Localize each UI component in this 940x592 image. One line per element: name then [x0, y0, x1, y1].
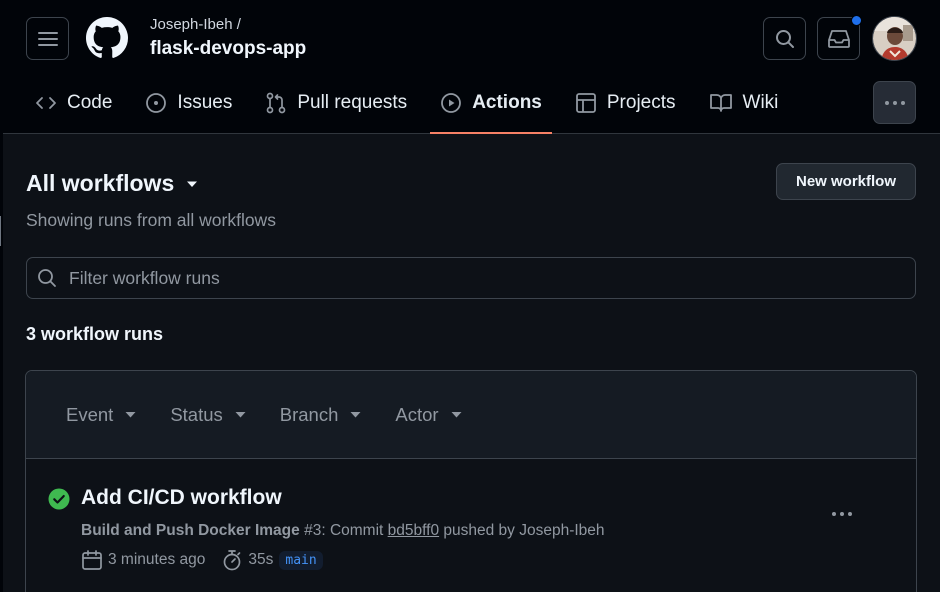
run-actions-button[interactable]	[826, 499, 858, 529]
tab-code[interactable]: Code	[25, 80, 122, 126]
run-meta: Build and Push Docker Image #3: Commit b…	[81, 522, 605, 540]
chevron-down-icon	[187, 181, 198, 187]
tab-label: Pull requests	[297, 92, 408, 113]
calendar-icon	[82, 550, 102, 570]
run-title-link[interactable]: Add CI/CD workflow	[81, 486, 282, 510]
kebab-horizontal-icon	[832, 512, 852, 516]
chevron-down-icon	[451, 412, 462, 418]
run-time-ago: 3 minutes ago	[108, 551, 206, 568]
run-duration: 35s	[248, 551, 274, 568]
run-timing: 3 minutes ago 35s main	[81, 549, 323, 571]
workflow-selector[interactable]: All workflows	[26, 170, 198, 197]
inbox-icon	[827, 29, 850, 48]
tab-projects[interactable]: Projects	[565, 80, 686, 126]
filter-label: Branch	[279, 403, 339, 425]
github-page: Joseph-Ibeh / flask-devops-app Code Issu…	[3, 0, 940, 592]
filter-runs-input[interactable]	[69, 267, 869, 289]
run-number: #3	[304, 522, 322, 539]
table-icon	[575, 93, 596, 113]
stopwatch-icon	[224, 550, 241, 571]
workflow-name: Build and Push Docker Image	[81, 522, 300, 539]
code-icon	[36, 97, 56, 109]
new-workflow-button[interactable]: New workflow	[776, 163, 916, 200]
filter-label: Event	[66, 403, 114, 425]
user-avatar-icon	[873, 17, 916, 60]
tab-label: Actions	[472, 92, 542, 113]
repo-nav-tabs: Code Issues Pull requests Actions Projec…	[25, 80, 801, 134]
filter-label: Actor	[395, 403, 439, 425]
avatar[interactable]	[872, 16, 917, 61]
tab-pull-requests[interactable]: Pull requests	[255, 80, 417, 126]
git-pull-request-icon	[266, 92, 286, 114]
actor-filter-dropdown[interactable]: Actor	[395, 403, 462, 426]
event-filter-dropdown[interactable]: Event	[66, 404, 136, 426]
tab-label: Projects	[606, 92, 676, 113]
branch-filter-dropdown[interactable]: Branch	[280, 404, 362, 426]
repo-owner-link[interactable]: Joseph-Ibeh /	[150, 16, 241, 33]
check-circle-fill-icon	[48, 488, 70, 510]
branch-badge[interactable]: main	[279, 550, 323, 570]
play-icon	[441, 93, 462, 113]
chevron-down-icon	[235, 412, 246, 418]
workflow-runs-list: Event Status Branch Actor Add CI/CD work…	[25, 370, 917, 592]
commit-prefix: : Commit	[321, 522, 388, 539]
repo-header: Joseph-Ibeh / flask-devops-app Code Issu…	[3, 0, 940, 134]
pushed-by: pushed by Joseph-Ibeh	[439, 522, 605, 539]
tab-label: Wiki	[742, 92, 779, 113]
filter-runs-field[interactable]	[26, 257, 916, 299]
chevron-down-icon	[125, 412, 136, 418]
status-filter-dropdown[interactable]: Status	[170, 403, 246, 426]
run-count: 3 workflow runs	[26, 324, 164, 344]
repo-name-link[interactable]: flask-devops-app	[150, 38, 306, 60]
filter-label: Status	[170, 403, 223, 425]
search-icon	[775, 29, 794, 48]
tab-label: Issues	[177, 92, 233, 113]
page-title: All workflows	[26, 170, 175, 196]
more-tabs-button[interactable]	[873, 81, 916, 124]
kebab-horizontal-icon	[884, 100, 905, 105]
chevron-down-icon	[350, 412, 361, 418]
tab-label: Code	[67, 92, 113, 113]
notification-indicator	[851, 15, 862, 26]
menu-button[interactable]	[26, 17, 69, 60]
tab-wiki[interactable]: Wiki	[699, 80, 789, 126]
search-icon	[38, 269, 56, 287]
issue-opened-icon	[146, 93, 167, 113]
book-icon	[709, 94, 732, 112]
commit-sha-link[interactable]: bd5bff0	[388, 522, 439, 539]
tab-issues[interactable]: Issues	[135, 80, 242, 126]
hamburger-icon	[37, 31, 58, 46]
runs-filter-bar: Event Status Branch Actor	[26, 371, 916, 459]
tab-actions[interactable]: Actions	[430, 80, 552, 134]
workflow-run-row[interactable]: Add CI/CD workflow Build and Push Docker…	[26, 459, 916, 592]
github-logo-icon[interactable]	[86, 17, 128, 59]
page-subtitle: Showing runs from all workflows	[26, 210, 276, 230]
search-button[interactable]	[763, 17, 806, 60]
